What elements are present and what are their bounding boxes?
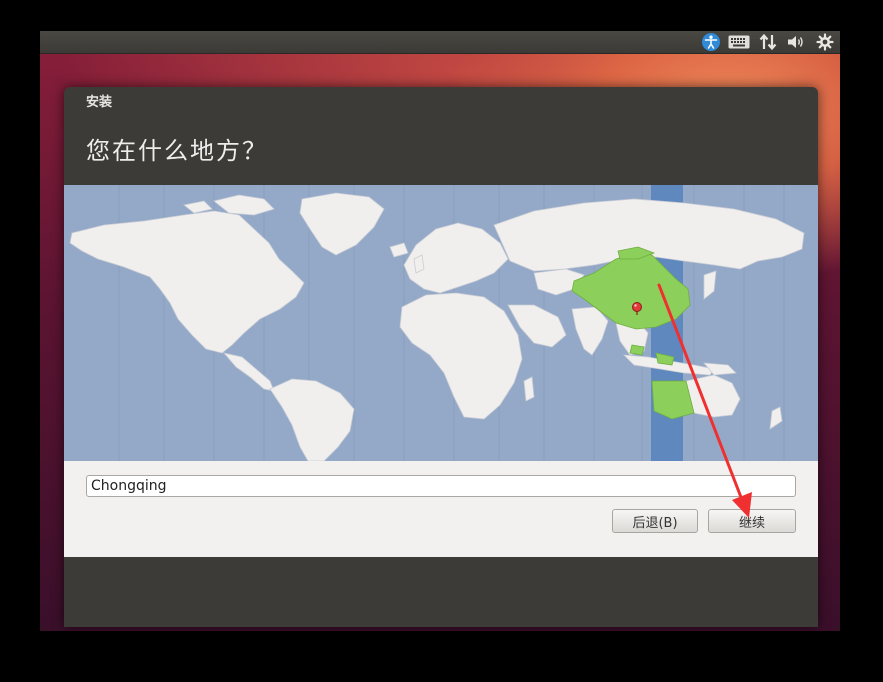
africa bbox=[399, 292, 523, 420]
accessibility-icon[interactable] bbox=[700, 31, 722, 53]
north-america bbox=[69, 210, 305, 354]
gear-icon[interactable] bbox=[814, 31, 836, 53]
page-title: 您在什么地方？ bbox=[86, 137, 268, 165]
timezone-map[interactable] bbox=[64, 185, 818, 461]
continue-button[interactable]: 继续 bbox=[708, 509, 796, 533]
volume-icon[interactable] bbox=[784, 31, 808, 53]
australia-region bbox=[651, 380, 695, 420]
installer-window: 安装 您在什么地方？ Chongqing 后退(B) 继续 bbox=[64, 87, 818, 627]
network-icon[interactable] bbox=[756, 31, 780, 53]
india bbox=[571, 306, 609, 356]
desktop: 安装 您在什么地方？ Chongqing 后退(B) 继续 bbox=[40, 31, 840, 631]
location-input[interactable] bbox=[86, 475, 796, 497]
window-footer bbox=[64, 557, 818, 627]
window-title: 安装 bbox=[86, 95, 113, 110]
content-area: 后退(B) 继续 bbox=[64, 461, 818, 557]
greenland bbox=[299, 192, 385, 256]
keyboard-icon[interactable] bbox=[726, 31, 752, 53]
top-panel bbox=[40, 31, 840, 54]
south-america bbox=[269, 378, 355, 461]
back-button[interactable]: 后退(B) bbox=[612, 509, 698, 533]
